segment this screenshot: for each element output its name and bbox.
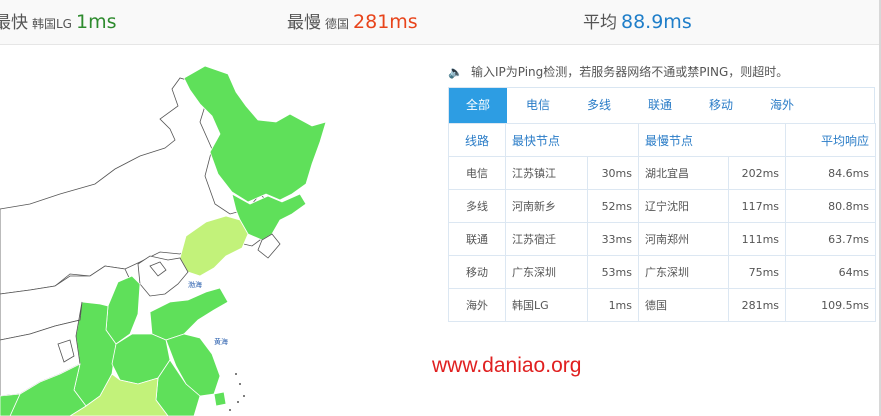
average-value: 88.9ms [621,11,692,33]
tab-telecom[interactable]: 电信 [509,88,567,123]
row-avg: 64ms [785,255,877,289]
fastest-node: 韩国LG [32,17,72,31]
row-isp: 电信 [448,156,506,190]
tab-mobile[interactable]: 移动 [692,88,750,123]
row-fast-node: 广东深圳 [505,255,588,289]
fastest-label: 最快 [0,13,28,33]
row-avg: 109.5ms [785,288,877,322]
header-isp: 线路 [448,123,506,157]
isp-tabs: 全部 电信 多线 联通 移动 海外 [448,87,875,124]
table-row: 多线 河南新乡 52ms 辽宁沈阳 117ms 80.8ms [448,189,877,223]
row-avg: 80.8ms [785,189,877,223]
slowest-stat: 最慢 德国 281ms [287,0,418,44]
row-avg: 84.6ms [785,156,877,190]
row-fast-ms: 33ms [586,222,640,256]
table-row: 海外 韩国LG 1ms 德国 281ms 109.5ms [448,288,877,322]
row-slow-node: 辽宁沈阳 [638,189,730,223]
tab-all[interactable]: 全部 [449,88,507,123]
sea-label-yellow: 黄海 [214,337,228,346]
table-row: 联通 江苏宿迁 33ms 河南郑州 111ms 63.7ms [448,222,877,256]
map-region-shanghai [213,391,227,407]
map-region-hebei [137,255,189,297]
china-ping-map: 渤海 黄海 [0,65,327,416]
row-fast-node: 江苏宿迁 [505,222,588,256]
slowest-label: 最慢 [287,13,321,33]
row-slow-ms: 281ms [728,288,787,322]
fastest-stat: 最快 韩国LG 1ms [0,0,117,44]
row-fast-ms: 52ms [586,189,640,223]
speaker-icon: 🔈 [448,65,463,79]
slowest-node: 德国 [325,17,350,31]
tab-overseas[interactable]: 海外 [753,88,811,123]
row-slow-node: 河南郑州 [638,222,730,256]
row-fast-node: 江苏镇江 [505,156,588,190]
tab-unicom[interactable]: 联通 [631,88,689,123]
row-avg: 63.7ms [785,222,877,256]
row-isp: 联通 [448,222,506,256]
row-slow-node: 广东深圳 [638,255,730,289]
ping-notice: 🔈 输入IP为Ping检测，若服务器网络不通或禁PING，则超时。 [448,63,788,80]
header-avg: 平均响应 [785,123,877,157]
row-slow-node: 德国 [638,288,730,322]
notice-text: 输入IP为Ping检测，若服务器网络不通或禁PING，则超时。 [470,65,789,79]
row-fast-ms: 30ms [586,156,640,190]
row-slow-ms: 111ms [728,222,787,256]
row-isp: 海外 [448,288,506,322]
row-isp: 移动 [448,255,506,289]
header-slow-node: 最慢节点 [638,123,787,157]
average-stat: 平均 88.9ms [583,0,692,44]
ping-table: 线路 最快节点 最慢节点 平均响应 电信 江苏镇江 30ms 湖北宜昌 202m… [448,123,877,322]
stats-bar: 最快 韩国LG 1ms 最慢 德国 281ms 平均 88.9ms [0,0,881,45]
row-slow-ms: 117ms [728,189,787,223]
sea-label-bohai: 渤海 [188,280,202,289]
header-fast-node: 最快节点 [504,123,640,157]
slowest-value: 281ms [353,11,418,33]
row-fast-node: 韩国LG [505,288,588,322]
watermark: www.daniao.org [432,354,582,377]
map-region-shandong [149,287,229,341]
table-row: 移动 广东深圳 53ms 广东深圳 75ms 64ms [448,255,877,289]
row-fast-ms: 53ms [586,255,640,289]
row-fast-node: 河南新乡 [505,189,588,223]
fastest-value: 1ms [76,11,117,33]
table-header: 线路 最快节点 最慢节点 平均响应 [448,123,877,157]
average-label: 平均 [583,13,617,33]
tab-multiline[interactable]: 多线 [570,88,628,123]
row-fast-ms: 1ms [586,288,640,322]
row-isp: 多线 [448,189,506,223]
row-slow-node: 湖北宜昌 [638,156,730,190]
table-row: 电信 江苏镇江 30ms 湖北宜昌 202ms 84.6ms [448,156,877,190]
row-slow-ms: 75ms [728,255,787,289]
row-slow-ms: 202ms [728,156,787,190]
